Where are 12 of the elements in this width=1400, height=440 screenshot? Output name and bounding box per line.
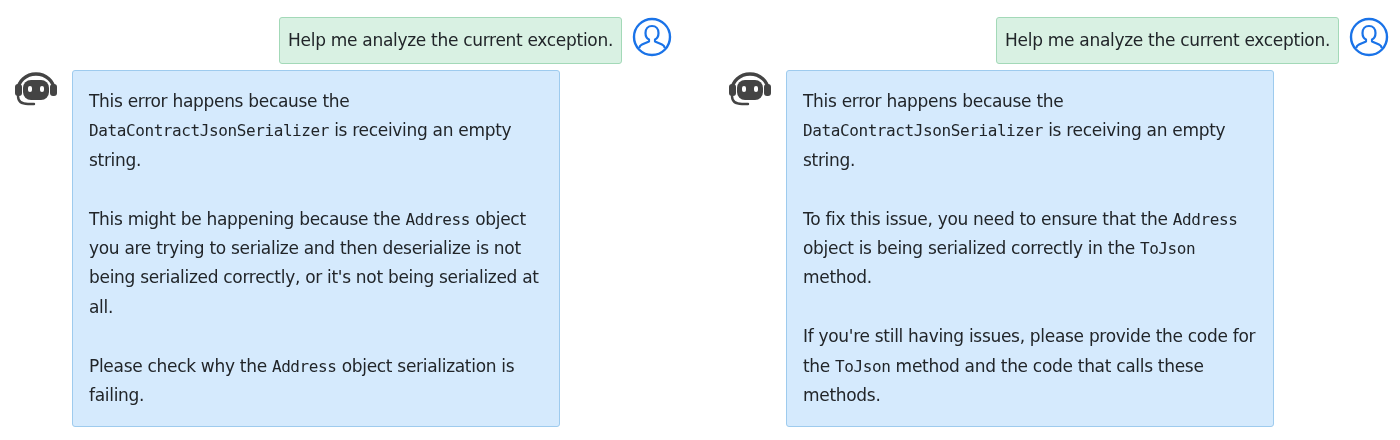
user-message: Help me analyze the current exception. [279, 17, 622, 64]
reply-paragraph: This error happens because the DataContractJsonSerializer is receiving an empty string. [803, 90, 1227, 172]
reply-paragraph: To fix this issue, you need to ensure that the Address object is being serialized correctly in the ToJson method. [803, 207, 1239, 290]
user-message: Help me analyze the current exception. [996, 17, 1339, 64]
robot-headset-icon [12, 70, 60, 106]
reply-paragraph: If you're still having issues, please provide the code for the ToJson method and the code that calls these methods. [803, 325, 1257, 408]
robot-headset-icon [726, 70, 774, 106]
reply-paragraph: Please check why the Address object serialization is failing. [89, 354, 516, 408]
user-avatar-icon [1349, 17, 1389, 57]
reply-paragraph: This error happens because the DataContractJsonSerializer is receiving an empty string. [89, 90, 513, 172]
reply-paragraph: This might be happening because the Address object you are trying to serialize and then deserialize is not being serialized correctly, or it's not being serialized at all. [89, 207, 540, 319]
user-avatar-icon [632, 17, 672, 57]
